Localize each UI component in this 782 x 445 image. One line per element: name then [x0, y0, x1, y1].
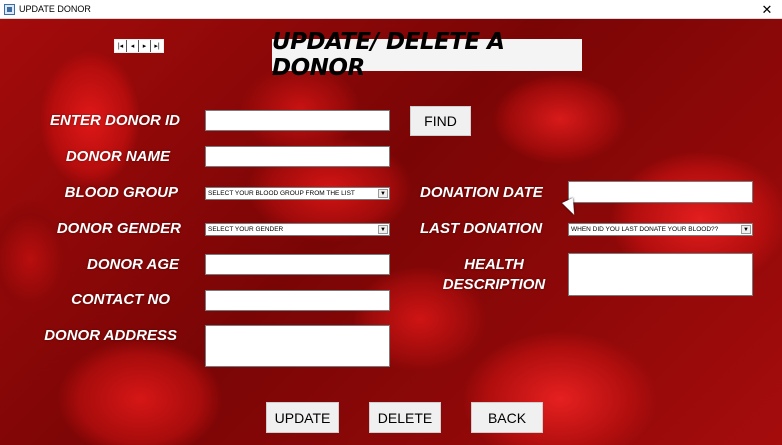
blood-group-select-value: SELECT YOUR BLOOD GROUP FROM THE LIST	[208, 190, 355, 197]
form-canvas: |◂ ◂ ▸ ▸| UPDATE/ DELETE A DONOR ENTER D…	[0, 19, 782, 445]
health-description-label: HEALTH DESCRIPTION	[442, 256, 546, 293]
donor-id-label: ENTER DONOR ID	[49, 112, 180, 129]
donor-gender-select[interactable]: SELECT YOUR GENDER ▼	[205, 223, 390, 236]
donation-date-input[interactable]	[568, 181, 753, 203]
back-button[interactable]: BACK	[471, 402, 543, 433]
last-record-button[interactable]: ▸|	[151, 40, 163, 52]
blood-group-label: BLOOD GROUP	[64, 184, 178, 201]
donor-gender-label: DONOR GENDER	[56, 220, 181, 237]
contact-no-input[interactable]	[205, 290, 390, 311]
donor-address-label: DONOR ADDRESS	[44, 327, 177, 344]
page-title: UPDATE/ DELETE A DONOR	[272, 29, 582, 81]
next-record-button[interactable]: ▸	[139, 40, 151, 52]
chevron-down-icon[interactable]: ▼	[741, 225, 751, 234]
donor-age-label: DONOR AGE	[87, 256, 179, 273]
donor-name-label: DONOR NAME	[65, 148, 170, 165]
health-description-input[interactable]	[568, 253, 753, 296]
donation-date-label: DONATION DATE	[420, 184, 543, 201]
window-title: UPDATE DONOR	[19, 4, 91, 14]
previous-record-button[interactable]: ◂	[127, 40, 139, 52]
delete-button[interactable]: DELETE	[369, 402, 441, 433]
window-app-icon	[4, 3, 15, 15]
last-donation-select[interactable]: WHEN DID YOU LAST DONATE YOUR BLOOD?? ▼	[568, 223, 753, 236]
donor-name-input[interactable]	[205, 146, 390, 167]
close-icon[interactable]: ✕	[752, 0, 782, 19]
contact-no-label: CONTACT NO	[71, 291, 170, 308]
first-record-button[interactable]: |◂	[115, 40, 127, 52]
last-donation-label: LAST DONATION	[420, 220, 543, 237]
find-button[interactable]: FIND	[410, 106, 471, 136]
donor-address-input[interactable]	[205, 325, 390, 367]
blood-group-select[interactable]: SELECT YOUR BLOOD GROUP FROM THE LIST ▼	[205, 187, 390, 200]
update-button[interactable]: UPDATE	[266, 402, 339, 433]
last-donation-select-value: WHEN DID YOU LAST DONATE YOUR BLOOD??	[571, 226, 719, 233]
donor-age-input[interactable]	[205, 254, 390, 275]
chevron-down-icon[interactable]: ▼	[378, 225, 388, 234]
donor-gender-select-value: SELECT YOUR GENDER	[208, 226, 284, 233]
chevron-down-icon[interactable]: ▼	[378, 189, 388, 198]
title-bar: UPDATE DONOR ✕	[0, 0, 782, 19]
donor-id-input[interactable]	[205, 110, 390, 131]
record-navigator: |◂ ◂ ▸ ▸|	[114, 39, 164, 53]
